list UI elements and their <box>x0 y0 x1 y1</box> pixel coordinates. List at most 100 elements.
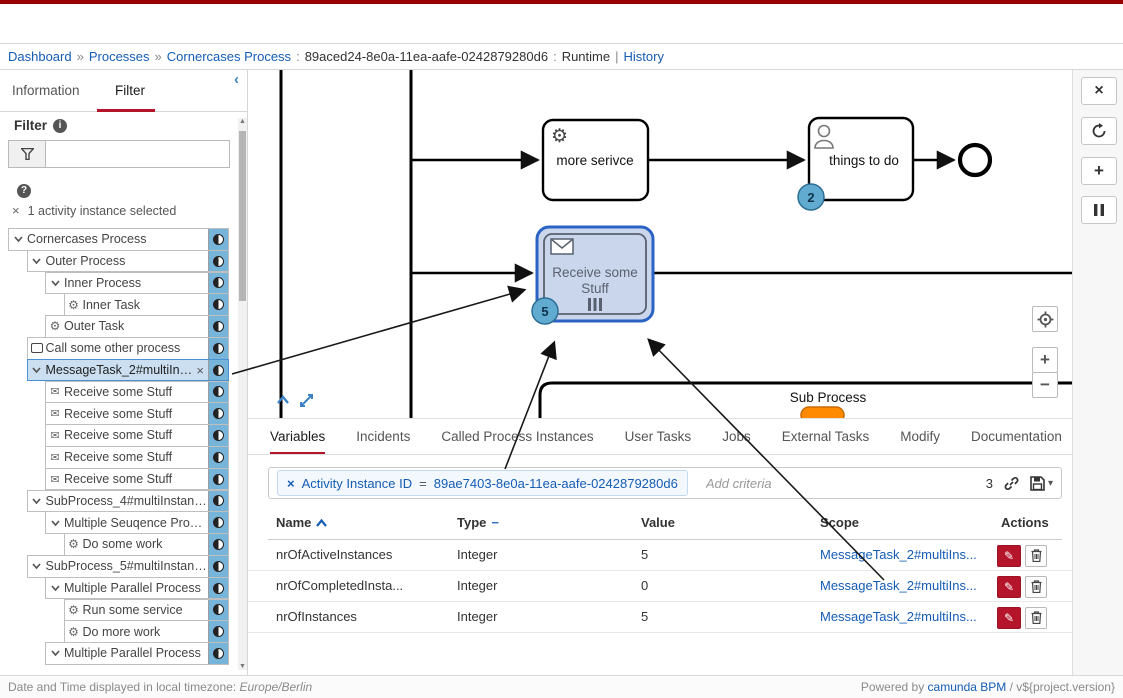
add-criteria-input[interactable] <box>704 475 970 492</box>
panel-tab-called-process-instances[interactable]: Called Process Instances <box>441 419 593 455</box>
end-event[interactable] <box>960 145 990 175</box>
panel-tab-variables[interactable]: Variables <box>270 419 325 455</box>
criterion-name: Activity Instance ID <box>302 476 413 491</box>
pencil-icon: ✎ <box>1004 603 1014 633</box>
user-task-things-to-do[interactable]: things to do 2 <box>798 118 913 210</box>
reset-viewport-button[interactable] <box>1032 306 1058 332</box>
tree-item-receive-some-stuff[interactable]: ✉Receive some Stuff <box>45 424 229 447</box>
expand-diagonal-icon <box>298 392 315 409</box>
panel-tab-documentation[interactable]: Documentation <box>971 419 1062 455</box>
column-header-scope: Scope <box>820 515 859 530</box>
plus-icon: + <box>1094 161 1104 181</box>
column-header-name[interactable]: Name <box>276 515 327 530</box>
add-variable-button[interactable]: + <box>1081 157 1117 185</box>
panel-tab-user-tasks[interactable]: User Tasks <box>625 419 692 455</box>
tree-item-messagetask-2-multiinst[interactable]: MessageTask_2#multiInst...× <box>27 359 230 382</box>
bpmn-diagram[interactable]: ⚙ more serivce things to do 2 <box>248 70 1072 418</box>
camunda-cockpit-window: C Camunda Cockpit ProcessesDecisionsCase… <box>0 0 1123 698</box>
tree-item-subprocess-4-multiinstance[interactable]: SubProcess_4#multiInstance... <box>27 490 230 513</box>
zoom-out-button[interactable]: − <box>1032 372 1058 398</box>
service-task-more-service[interactable]: ⚙ more serivce <box>543 120 648 200</box>
breadcrumb-process-definition[interactable]: Cornercases Process <box>167 49 291 64</box>
running-instances-badge <box>208 316 228 337</box>
tree-item-run-some-service[interactable]: ⚙Run some service <box>64 599 230 622</box>
tab-filter[interactable]: Filter <box>115 70 145 111</box>
tree-item-do-more-work[interactable]: ⚙Do more work <box>64 620 230 643</box>
delete-variable-button[interactable] <box>1025 545 1047 567</box>
tree-item-outer-process[interactable]: Outer Process <box>27 250 230 273</box>
column-header-type[interactable]: Type − <box>457 515 499 530</box>
tree-item-multiple-parallel-process[interactable]: Multiple Parallel Process <box>45 577 229 600</box>
scrollbar-up-icon[interactable]: ▲ <box>238 118 247 125</box>
search-criterion-chip[interactable]: × Activity Instance ID = 89ae7403-8e0a-1… <box>277 470 688 496</box>
running-instances-badge <box>208 360 228 381</box>
half-circle-icon <box>213 604 224 615</box>
camunda-bpm-link[interactable]: camunda BPM <box>928 680 1007 694</box>
pencil-icon: ✎ <box>1004 541 1014 571</box>
sub-process[interactable]: Sub Process <box>540 383 1072 418</box>
retry-button[interactable] <box>1081 117 1117 145</box>
edit-variable-button[interactable]: ✎ <box>997 607 1021 629</box>
receive-task-selected[interactable]: Receive some Stuff 5 <box>532 227 653 324</box>
deselect-icon[interactable]: × <box>192 363 208 378</box>
chain-link-icon <box>1004 476 1019 491</box>
tree-item-call-some-other-process[interactable]: Call some other process <box>27 337 230 360</box>
cancel-instance-button[interactable]: × <box>1081 77 1117 105</box>
tree-item-inner-task[interactable]: ⚙Inner Task <box>64 293 230 316</box>
panel-collapse-button[interactable] <box>274 392 294 410</box>
help-button[interactable]: ? <box>17 180 31 198</box>
edit-variable-button[interactable]: ✎ <box>997 576 1021 598</box>
tree-item-multiple-parallel-process[interactable]: Multiple Parallel Process <box>45 642 229 665</box>
edit-variable-button[interactable]: ✎ <box>997 545 1021 567</box>
scope-link[interactable]: MessageTask_2#multiIns... <box>820 609 977 624</box>
running-instances-badge <box>208 229 228 250</box>
suspend-instance-button[interactable] <box>1081 196 1117 224</box>
tree-item-inner-process[interactable]: Inner Process <box>45 272 229 295</box>
half-circle-icon <box>213 583 224 594</box>
tree-item-outer-task[interactable]: ⚙Outer Task <box>45 315 229 338</box>
copy-link-button[interactable] <box>1004 476 1019 491</box>
tree-item-receive-some-stuff[interactable]: ✉Receive some Stuff <box>45 381 229 404</box>
save-search-button[interactable]: ▾ <box>1030 476 1053 491</box>
remove-criterion-icon[interactable]: × <box>287 476 295 491</box>
scope-link[interactable]: MessageTask_2#multiIns... <box>820 547 977 562</box>
delete-variable-button[interactable] <box>1025 607 1047 629</box>
scope-link[interactable]: MessageTask_2#multiIns... <box>820 578 977 593</box>
zoom-in-button[interactable]: + <box>1032 347 1058 373</box>
delete-variable-button[interactable] <box>1025 576 1047 598</box>
tree-item-do-some-work[interactable]: ⚙Do some work <box>64 533 230 556</box>
header <box>0 0 1123 44</box>
clear-selection-icon[interactable]: × <box>12 203 20 218</box>
panel-tab-modify[interactable]: Modify <box>900 419 940 455</box>
breadcrumb-dashboard[interactable]: Dashboard <box>8 49 72 64</box>
variable-row-nrOfActiveInstances: nrOfActiveInstancesInteger5MessageTask_2… <box>248 540 1072 571</box>
tree-item-receive-some-stuff[interactable]: ✉Receive some Stuff <box>45 446 229 469</box>
column-header-value: Value <box>641 515 675 530</box>
chevron-down-icon <box>31 496 42 506</box>
breadcrumb-processes[interactable]: Processes <box>89 49 150 64</box>
filter-text-input[interactable] <box>46 140 230 168</box>
info-circle-icon[interactable]: i <box>53 119 67 133</box>
sidebar-scrollbar-thumb[interactable] <box>239 131 246 301</box>
tree-item-receive-some-stuff[interactable]: ✉Receive some Stuff <box>45 468 229 491</box>
tab-information[interactable]: Information <box>12 70 80 111</box>
running-instances-badge <box>208 469 228 490</box>
panel-tab-incidents[interactable]: Incidents <box>356 419 410 455</box>
envelope-icon: ✉ <box>50 473 59 486</box>
tree-item-cornercases-process[interactable]: Cornercases Process <box>8 228 229 251</box>
panel-tab-jobs[interactable]: Jobs <box>722 419 751 455</box>
gear-icon: ⚙ <box>50 319 61 333</box>
tree-item-multiple-seuqence-process[interactable]: Multiple Seuqence Process <box>45 511 229 534</box>
chevron-down-icon: ▾ <box>1048 478 1053 489</box>
variable-search-bar[interactable]: × Activity Instance ID = 89ae7403-8e0a-1… <box>268 467 1062 499</box>
history-link[interactable]: History <box>624 49 664 64</box>
tree-item-receive-some-stuff[interactable]: ✉Receive some Stuff <box>45 402 229 425</box>
funnel-filter-button[interactable] <box>8 140 46 168</box>
scrollbar-down-icon[interactable]: ▼ <box>238 663 247 670</box>
maximize-button[interactable] <box>298 392 316 410</box>
tree-item-subprocess-5-multiinstance[interactable]: SubProcess_5#multiInstance... <box>27 555 230 578</box>
running-instances-badge <box>208 403 228 424</box>
sidebar-collapse-button[interactable]: ‹ <box>234 72 248 88</box>
active-tab-underline <box>97 109 155 112</box>
panel-tab-external-tasks[interactable]: External Tasks <box>782 419 870 455</box>
